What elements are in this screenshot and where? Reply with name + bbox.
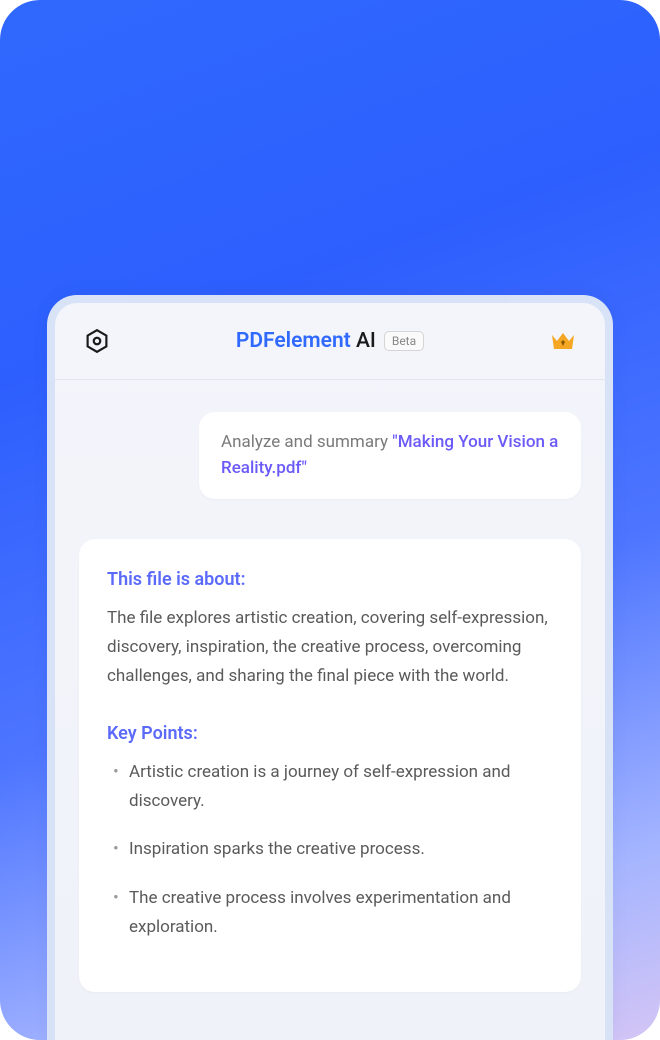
crown-icon[interactable] [549, 329, 577, 353]
list-item: The creative process involves experiment… [107, 884, 553, 942]
title-ai: AI [356, 329, 376, 353]
app-header: PDFelement AI Beta [55, 303, 605, 380]
app-inner: PDFelement AI Beta An [55, 303, 605, 1040]
keypoints-heading: Key Points: [107, 723, 553, 744]
user-message-text: Analyze and summary "Making Your Vision … [221, 430, 559, 481]
list-item: Artistic creation is a journey of self-e… [107, 758, 553, 816]
app-background: PDFelement AI Beta An [0, 0, 660, 1040]
about-text: The file explores artistic creation, cov… [107, 604, 553, 691]
ai-response-bubble: This file is about: The file explores ar… [79, 539, 581, 992]
settings-icon[interactable] [83, 327, 111, 355]
title-main: PDFelement [236, 329, 351, 353]
app-window: PDFelement AI Beta An [47, 295, 613, 1040]
app-title: PDFelement AI [236, 329, 376, 353]
keypoints-list: Artistic creation is a journey of self-e… [107, 758, 553, 942]
beta-badge: Beta [384, 331, 424, 351]
app-title-section: PDFelement AI Beta [236, 329, 424, 353]
user-message-prefix: Analyze and summary [221, 432, 392, 452]
about-heading: This file is about: [107, 569, 553, 590]
chat-content: Analyze and summary "Making Your Vision … [55, 380, 605, 1040]
list-item: Inspiration sparks the creative process. [107, 835, 553, 864]
user-message-bubble: Analyze and summary "Making Your Vision … [199, 412, 581, 499]
